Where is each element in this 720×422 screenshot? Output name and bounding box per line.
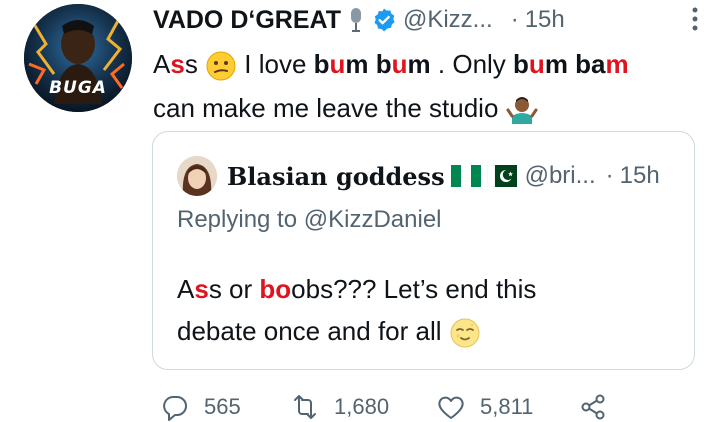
tweet-header: VADO D‘GREAT @Kizz... · 15h	[153, 4, 698, 36]
censor-mark: m	[605, 49, 629, 79]
verified-badge-icon	[374, 8, 395, 32]
nigeria-flag-icon	[450, 165, 481, 187]
quoted-tweet-text: Ass or boobs??? Let’s end this debate on…	[177, 268, 677, 352]
tweet-text-line-2: can make me leave the studio	[153, 86, 713, 130]
confused-face-emoji	[206, 51, 236, 81]
censor-mark: u	[391, 49, 408, 79]
reply-count: 565	[204, 394, 241, 419]
author-name[interactable]: VADO D‘GREAT	[153, 6, 341, 35]
quoted-header-separator: ·	[605, 162, 614, 189]
text-segment: m b	[345, 49, 392, 79]
censor-mark: bo	[259, 274, 292, 304]
text-segment: obs??? Let’s end this	[291, 274, 537, 304]
quoted-tweet-timestamp[interactable]: 15h	[620, 162, 660, 190]
text-segment: m ba	[544, 49, 606, 79]
pakistan-flag-icon	[486, 165, 517, 187]
microphone-icon	[350, 8, 361, 32]
censor-mark: u	[528, 49, 545, 79]
replying-to: Replying to @KizzDaniel	[177, 206, 442, 234]
replying-prefix: Replying to	[177, 206, 304, 233]
text-segment: A	[177, 274, 195, 304]
retweet-count: 1,680	[334, 394, 390, 419]
text-segment: can make me leave the studio	[153, 93, 499, 123]
censor-mark: s	[194, 274, 209, 304]
quoted-tweet-card[interactable]: Blasian goddess @bri... · 15h Replying t…	[152, 131, 695, 370]
text-segment: A	[153, 49, 171, 79]
person-shrugging-emoji	[506, 97, 538, 125]
text-segment: b	[513, 49, 529, 79]
more-options-icon[interactable]	[687, 4, 703, 34]
tweet-text-line-1: Ass I love bum bum . Only bum bam	[153, 42, 713, 86]
text-segment: s	[184, 49, 198, 79]
like-count: 5,811	[480, 394, 534, 419]
text-segment: s or	[208, 274, 260, 304]
avatar-logo-text: BUGA	[49, 78, 107, 98]
quoted-author-avatar[interactable]	[177, 156, 217, 196]
text-segment: I love	[237, 49, 314, 79]
censor-mark: s	[170, 49, 185, 79]
quoted-author-name[interactable]: Blasian goddess	[227, 162, 445, 191]
text-segment: m	[407, 49, 431, 79]
quoted-text-line-2: debate once and for all	[177, 310, 677, 352]
tweet-timestamp[interactable]: 15h	[525, 6, 565, 34]
quoted-avatar-photo	[177, 156, 217, 196]
author-handle[interactable]: @Kizz...	[403, 6, 493, 34]
full-moon-face-emoji	[450, 318, 480, 348]
text-segment: debate once and for all	[177, 316, 442, 346]
author-avatar[interactable]: BUGA	[24, 4, 132, 112]
replying-to-handle[interactable]: @KizzDaniel	[304, 206, 442, 233]
header-separator: ·	[510, 6, 519, 33]
tweet-text: Ass I love bum bum . Only bum bam can ma…	[153, 42, 713, 130]
text-segment: . Only	[430, 49, 514, 79]
quoted-text-line-1: Ass or boobs??? Let’s end this	[177, 268, 677, 310]
quoted-tweet-header: Blasian goddess @bri... · 15h	[227, 158, 660, 194]
censor-mark: u	[329, 49, 346, 79]
text-segment: b	[313, 49, 330, 79]
quoted-author-handle[interactable]: @bri...	[525, 162, 596, 190]
